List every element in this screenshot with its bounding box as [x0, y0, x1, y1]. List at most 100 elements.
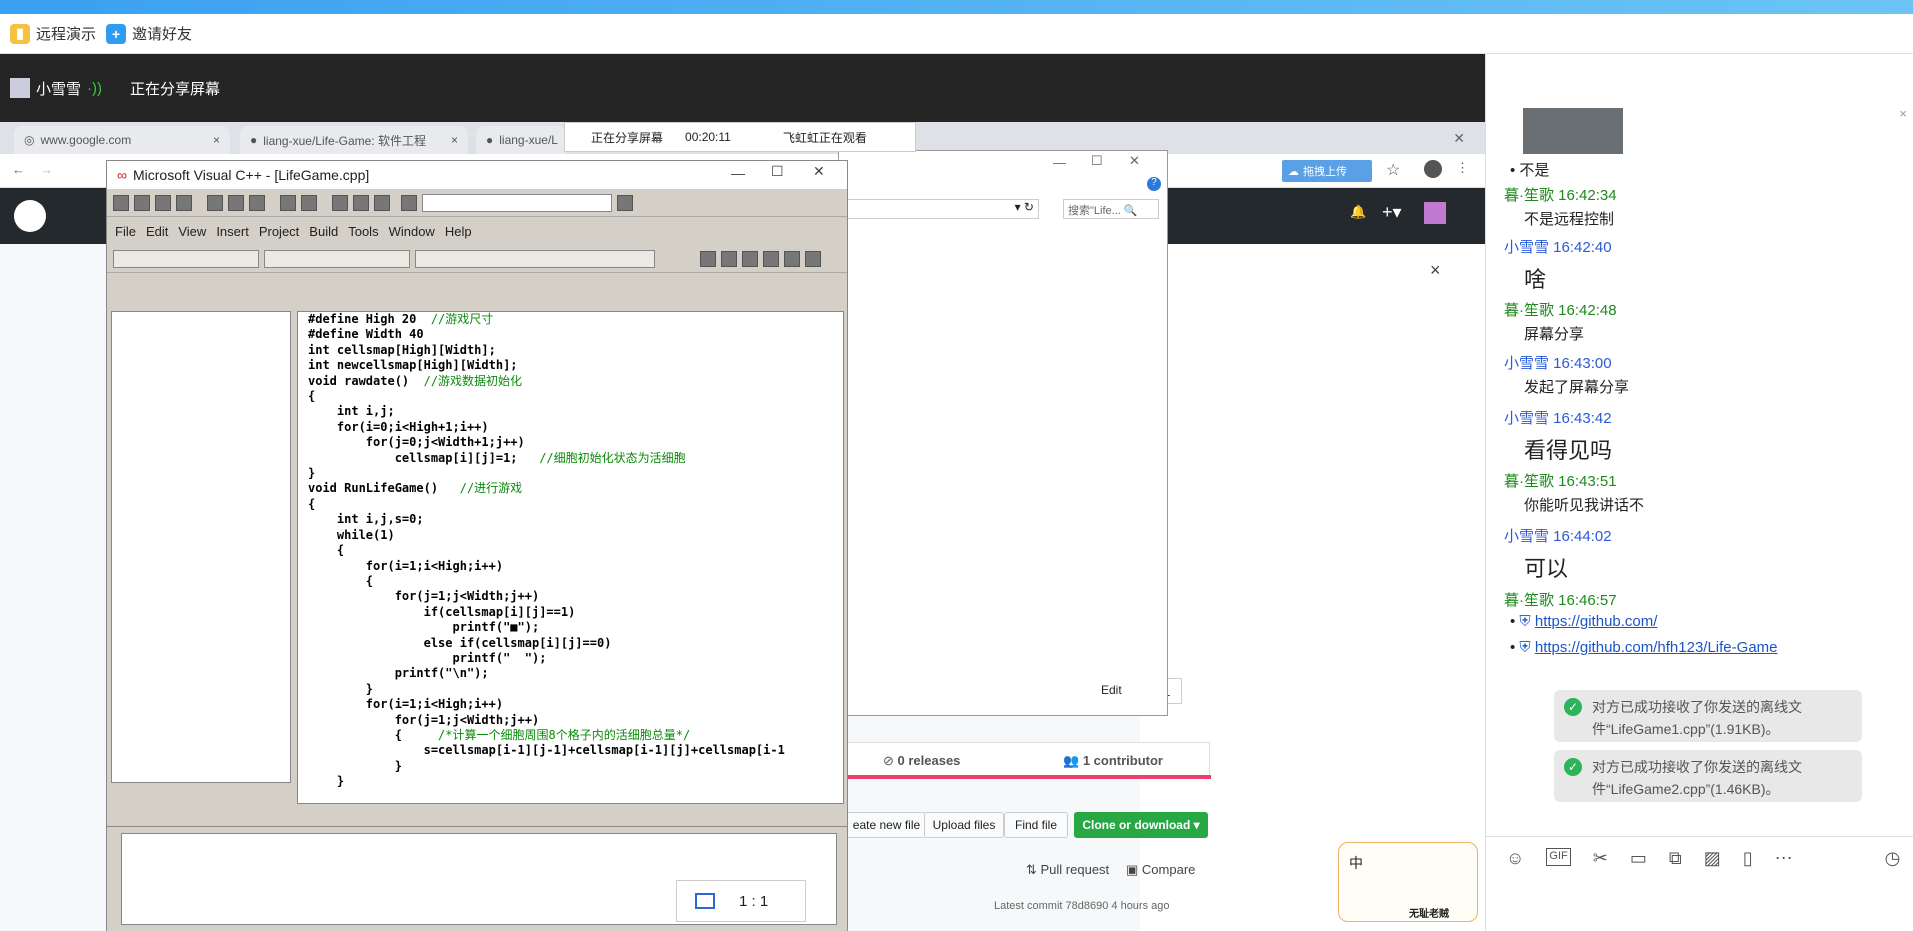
contributors-link[interactable]: 👥 1 contributor [1063, 753, 1163, 769]
breakpoint-icon[interactable] [805, 250, 821, 267]
menu-item-tools[interactable]: Tools [348, 224, 378, 239]
help-icon[interactable]: ? [1147, 177, 1161, 191]
code-line[interactable]: for(i=1;i<High;i++) [308, 697, 843, 712]
code-line[interactable]: } [308, 774, 843, 789]
releases-link[interactable]: ⊘ 0 releases [883, 753, 960, 769]
code-line[interactable]: cellsmap[i][j]=1; //细胞初始化状态为活细胞 [308, 451, 843, 466]
undo-icon[interactable] [280, 194, 296, 211]
code-line[interactable]: #define Width 40 [308, 327, 843, 342]
link-github[interactable]: https://github.com/ [1535, 613, 1658, 630]
close-icon[interactable]: ✕ [1129, 153, 1140, 169]
menu-item-help[interactable]: Help [445, 224, 472, 239]
close-icon[interactable]: × [1430, 260, 1441, 281]
code-line[interactable]: void rawdate() //游戏数据初始化 [308, 374, 843, 389]
close-icon[interactable]: ✕ [813, 163, 825, 180]
find-icon[interactable] [617, 194, 633, 211]
find-file-button[interactable]: Find file [1004, 812, 1068, 838]
save-icon[interactable] [155, 194, 171, 211]
code-line[interactable]: for(j=1;j<Width;j++) [308, 713, 843, 728]
class-combo[interactable] [113, 249, 259, 268]
code-line[interactable]: } [308, 759, 843, 774]
code-line[interactable]: int cellsmap[High][Width]; [308, 343, 843, 358]
maximize-icon[interactable]: ☐ [771, 163, 784, 180]
find-combo[interactable] [422, 193, 612, 212]
code-line[interactable]: if(cellsmap[i][j]==1) [308, 605, 843, 620]
open-icon[interactable] [134, 194, 150, 211]
compare-link[interactable]: ▣ Compare [1126, 862, 1195, 878]
emoji-icon[interactable]: ☺ [1506, 848, 1524, 869]
build-icon[interactable] [721, 250, 737, 267]
menu-icon[interactable]: ⋮ [1456, 160, 1469, 176]
link-life-game[interactable]: https://github.com/hfh123/Life-Game [1535, 639, 1778, 656]
code-text[interactable]: #define High 20 //游戏尺寸 #define Width 40 in… [298, 312, 843, 790]
minimize-icon[interactable]: — [731, 165, 745, 181]
code-line[interactable]: printf(" "); [308, 651, 843, 666]
edit-button[interactable]: Edit [1101, 683, 1122, 697]
bell-icon[interactable]: 🔔 [1350, 204, 1366, 220]
code-line[interactable]: { /*计算一个细胞周围8个格子内的活细胞总量*/ [308, 728, 843, 743]
path-dropdown[interactable]: ▾ ↻ [839, 199, 1039, 219]
code-line[interactable]: printf("■"); [308, 620, 843, 635]
remote-demo-button[interactable]: ▮ 远程演示 [10, 23, 96, 44]
code-line[interactable]: printf("\n"); [308, 666, 843, 681]
github-logo-icon[interactable] [14, 200, 46, 232]
scissors-icon[interactable]: ✂ [1593, 848, 1608, 869]
code-line[interactable]: { [308, 497, 843, 512]
code-line[interactable]: for(j=1;j<Width;j++) [308, 589, 843, 604]
members-combo[interactable] [415, 249, 655, 268]
code-line[interactable]: { [308, 543, 843, 558]
menu-item-file[interactable]: File [115, 224, 136, 239]
code-line[interactable]: int i,j,s=0; [308, 512, 843, 527]
star-icon[interactable]: ☆ [1386, 160, 1400, 180]
execute-icon[interactable] [763, 250, 779, 267]
code-line[interactable]: } [308, 466, 843, 481]
close-icon[interactable]: × [1899, 106, 1907, 121]
tab-github-repo[interactable]: ● liang-xue/Life-Game: 软件工程 × [240, 126, 468, 154]
clone-download-button[interactable]: Clone or download ▾ [1074, 812, 1208, 838]
sticker-icon[interactable]: ⧉ [1669, 848, 1682, 869]
code-editor[interactable]: #define High 20 //游戏尺寸 #define Width 40 in… [297, 311, 844, 804]
cut-icon[interactable] [207, 194, 223, 211]
folder-icon[interactable]: ▭ [1630, 848, 1647, 869]
code-line[interactable]: int i,j; [308, 404, 843, 419]
filter-combo[interactable] [264, 249, 410, 268]
history-icon[interactable]: ◷ [1885, 848, 1901, 869]
menu-item-insert[interactable]: Insert [216, 224, 249, 239]
link-item[interactable]: • ⛨ https://github.com/hfh123/Life-Game [1510, 639, 1778, 656]
close-icon[interactable]: × [451, 133, 458, 147]
avatar[interactable] [1424, 202, 1446, 224]
code-line[interactable]: while(1) [308, 528, 843, 543]
zoom-control[interactable]: 1 : 1 [676, 880, 806, 922]
new-icon[interactable] [113, 194, 129, 211]
code-line[interactable]: else if(cellsmap[i][j]==0) [308, 636, 843, 651]
image-message[interactable] [1523, 108, 1623, 154]
upload-files-button[interactable]: Upload files [924, 812, 1004, 838]
save-all-icon[interactable] [176, 194, 192, 211]
back-icon[interactable]: ← [12, 162, 25, 177]
menu-item-build[interactable]: Build [309, 224, 338, 239]
tab-github-repo-2[interactable]: ● liang-xue/L [476, 126, 566, 154]
pull-request-link[interactable]: ⇅ Pull request [1026, 862, 1109, 878]
forward-icon[interactable]: → [40, 162, 53, 177]
more-icon[interactable]: ⋯ [1775, 848, 1793, 869]
image-icon[interactable]: ▨ [1704, 848, 1721, 869]
code-line[interactable]: s=cellsmap[i-1][j-1]+cellsmap[i-1][j]+ce… [308, 743, 843, 758]
plus-icon[interactable]: +▾ [1382, 202, 1402, 223]
stop-icon[interactable] [742, 250, 758, 267]
paste-icon[interactable] [249, 194, 265, 211]
code-line[interactable]: for(i=1;i<High;i++) [308, 559, 843, 574]
code-line[interactable]: { [308, 574, 843, 589]
code-line[interactable]: for(i=0;i<High+1;i++) [308, 420, 843, 435]
code-line[interactable]: } [308, 682, 843, 697]
link-item[interactable]: • ⛨ https://github.com/ [1510, 613, 1657, 630]
invite-friend-button[interactable]: + 邀请好友 [106, 23, 192, 44]
explorer-search-input[interactable]: 搜索"Life... 🔍 [1063, 199, 1159, 219]
menu-item-project[interactable]: Project [259, 224, 299, 239]
code-line[interactable]: for(j=0;j<Width+1;j++) [308, 435, 843, 450]
workspace-icon[interactable] [332, 194, 348, 211]
shake-icon[interactable]: ▯ [1743, 848, 1753, 869]
code-line[interactable]: #define High 20 //游戏尺寸 [308, 312, 843, 327]
output-icon[interactable] [353, 194, 369, 211]
compile-icon[interactable] [700, 250, 716, 267]
minimize-icon[interactable]: — [1053, 155, 1066, 170]
